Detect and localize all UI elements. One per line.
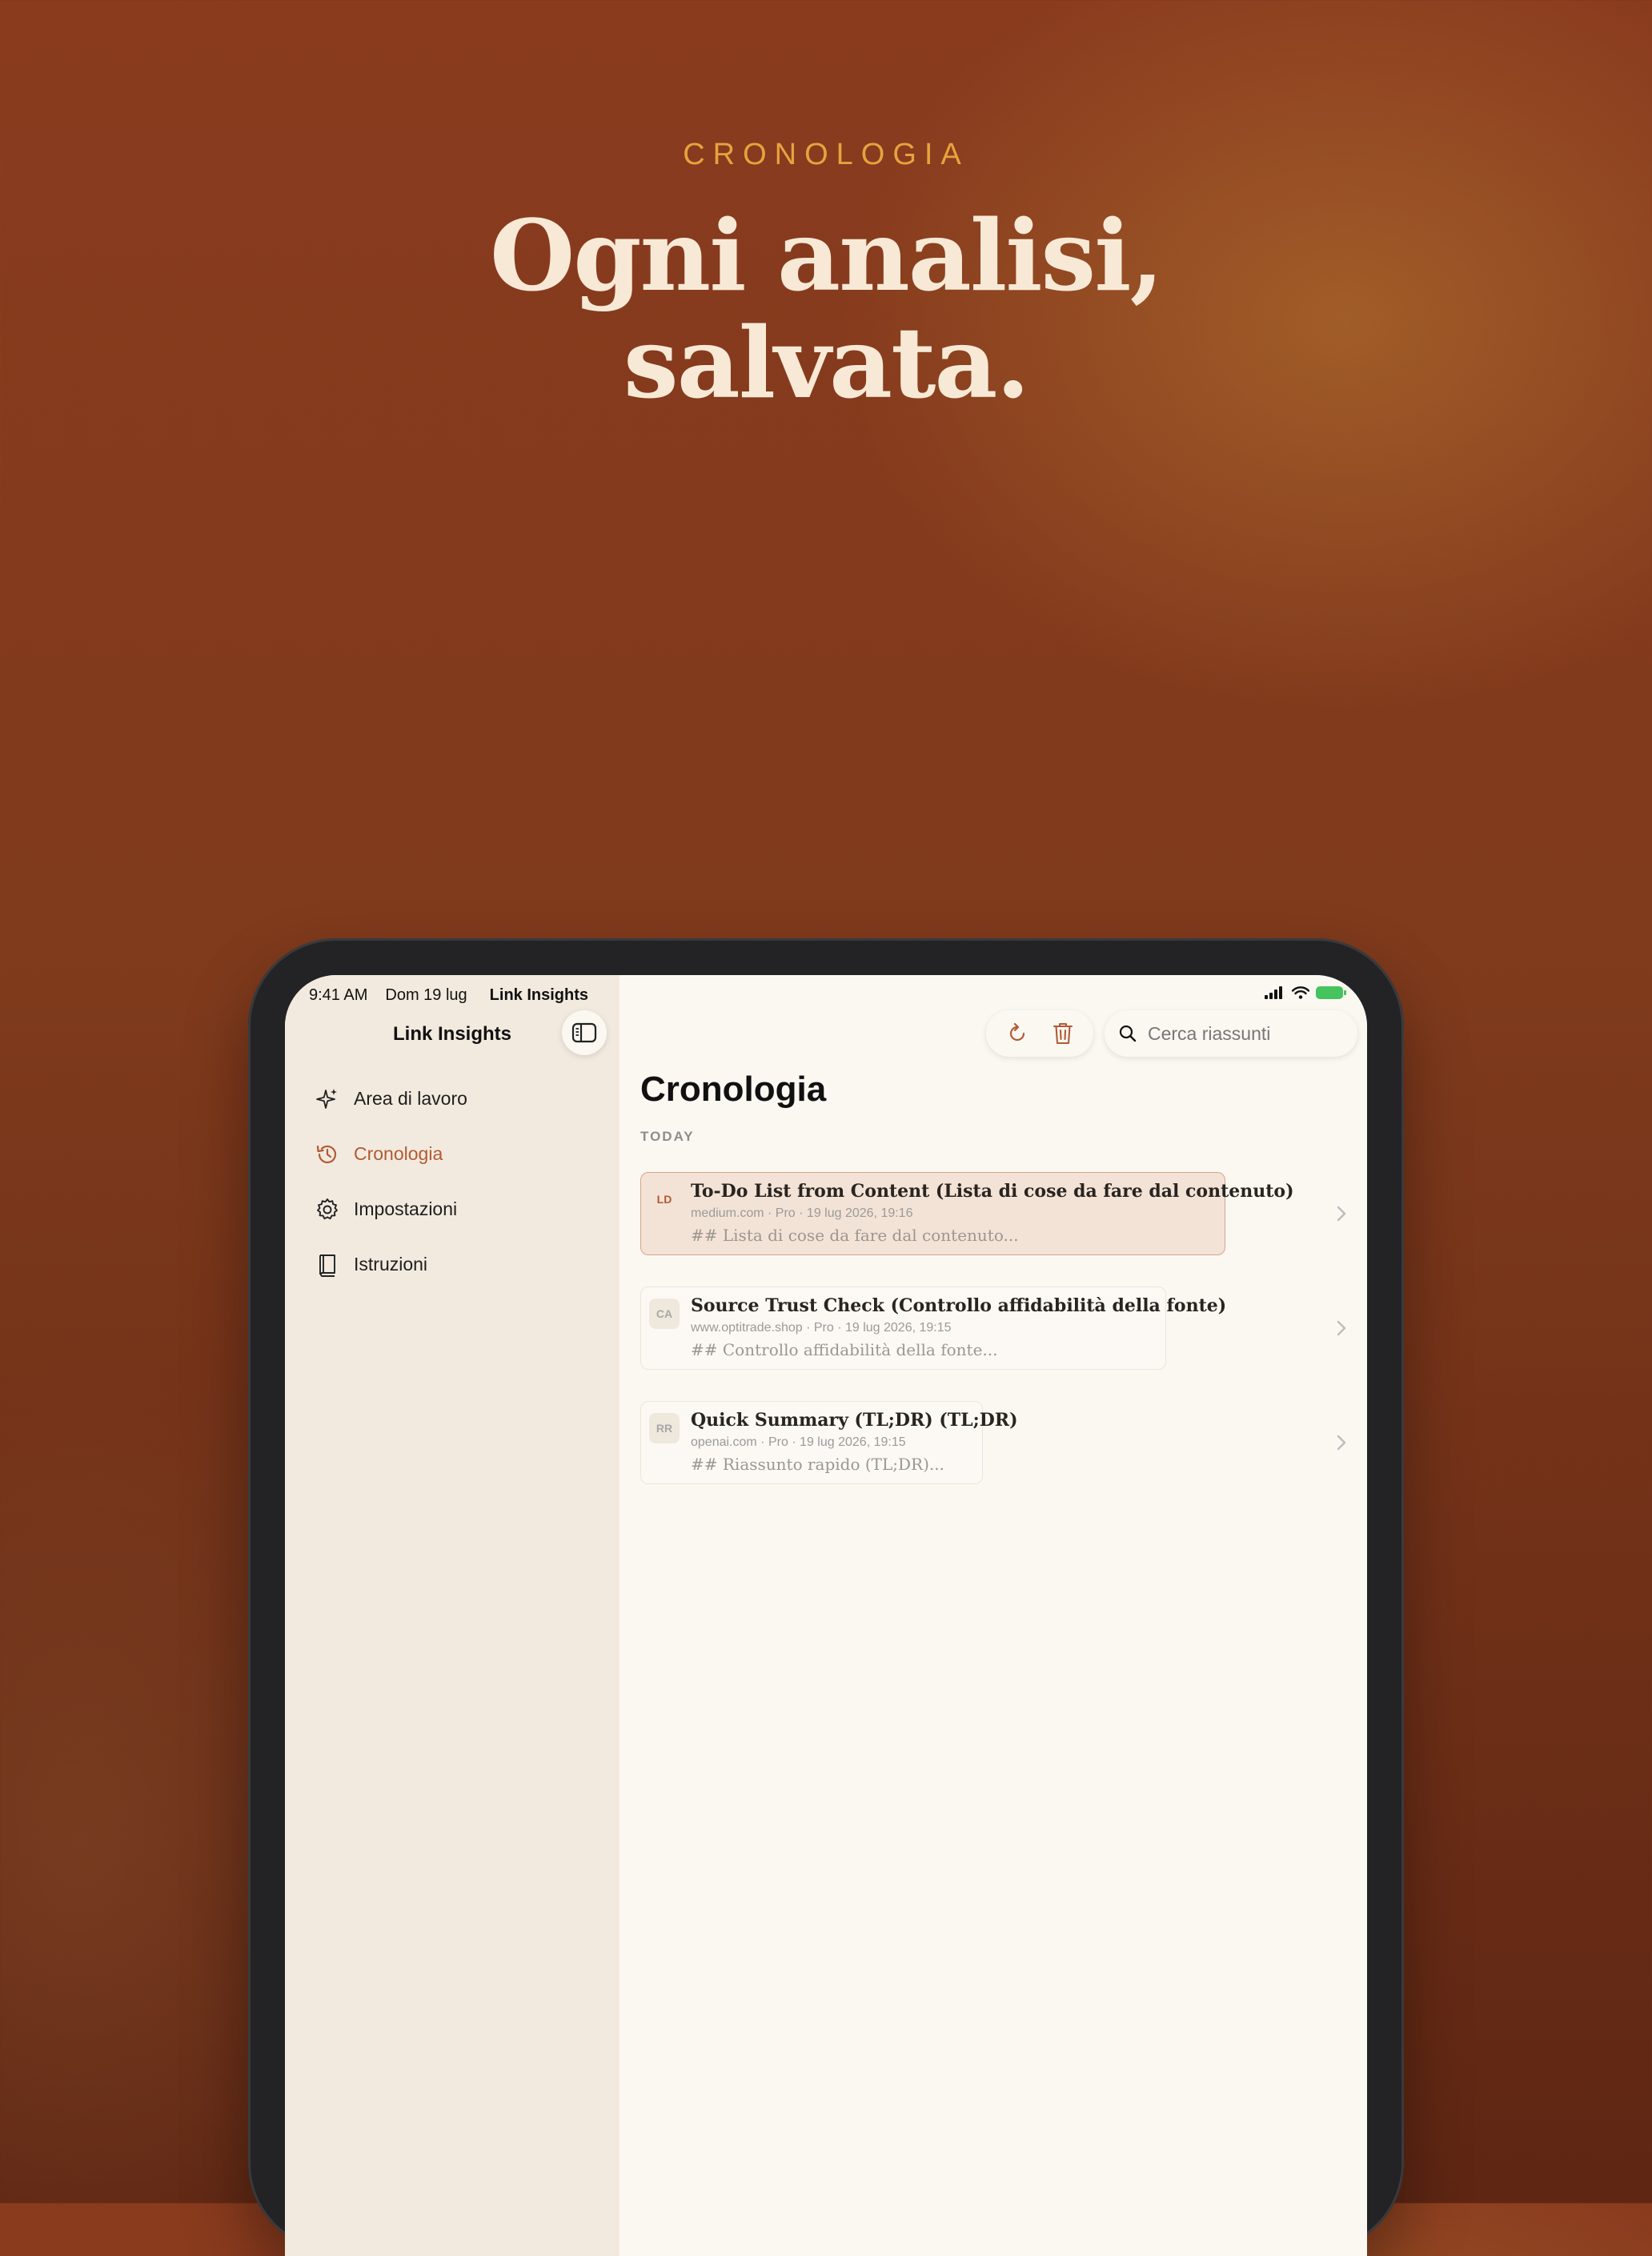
ipad-screen: 9:41 AM Dom 19 lug Link Insights Link In… bbox=[285, 975, 1367, 2256]
item-preview: ## Controllo affidabilità della fonte... bbox=[691, 1340, 998, 1359]
item-badge: CA bbox=[649, 1299, 680, 1329]
sidebar-item-impostazioni[interactable]: Impostazioni bbox=[314, 1182, 602, 1237]
item-meta: medium.com · Pro · 19 lug 2026, 19:16 bbox=[691, 1206, 913, 1220]
wifi-icon bbox=[1292, 986, 1309, 999]
sidebar-toggle-button[interactable] bbox=[562, 1010, 607, 1055]
ipad-device-frame: 9:41 AM Dom 19 lug Link Insights Link In… bbox=[248, 938, 1404, 2256]
history-icon bbox=[314, 1141, 341, 1168]
status-date: Dom 19 lug bbox=[385, 986, 467, 1004]
item-meta: openai.com · Pro · 19 lug 2026, 19:15 bbox=[691, 1435, 906, 1449]
status-bar-left: 9:41 AM Dom 19 lug Link Insights bbox=[309, 986, 588, 1005]
main-content: Cronologia TODAY LD To-Do List from Cont… bbox=[620, 975, 1367, 2256]
sidebar-item-label: Area di lavoro bbox=[354, 1088, 467, 1109]
item-preview: ## Riassunto rapido (TL;DR)... bbox=[691, 1455, 944, 1474]
hero-eyebrow: CRONOLOGIA bbox=[683, 138, 969, 171]
history-item[interactable]: CA Source Trust Check (Controllo affidab… bbox=[640, 1287, 1227, 1370]
status-app-name: Link Insights bbox=[489, 986, 589, 1004]
section-label-today: TODAY bbox=[640, 1129, 695, 1144]
sidebar: 9:41 AM Dom 19 lug Link Insights Link In… bbox=[285, 975, 620, 2256]
item-badge: RR bbox=[649, 1413, 680, 1443]
sidebar-item-cronologia[interactable]: Cronologia bbox=[314, 1126, 602, 1182]
search-icon bbox=[1119, 1025, 1137, 1042]
history-item[interactable]: RR Quick Summary (TL;DR) (TL;DR) openai.… bbox=[640, 1401, 1018, 1484]
search-input[interactable] bbox=[1146, 1022, 1341, 1046]
chevron-right-icon[interactable] bbox=[1333, 1204, 1349, 1223]
chevron-right-icon[interactable] bbox=[1333, 1433, 1349, 1452]
sidebar-item-istruzioni[interactable]: Istruzioni bbox=[314, 1237, 602, 1292]
chevron-right-icon[interactable] bbox=[1333, 1319, 1349, 1338]
history-item[interactable]: LD To-Do List from Content (Lista di cos… bbox=[640, 1172, 1294, 1255]
sidebar-toggle-icon bbox=[571, 1022, 597, 1043]
sidebar-item-label: Impostazioni bbox=[354, 1198, 458, 1219]
item-preview: ## Lista di cose da fare dal contenuto..… bbox=[691, 1226, 1019, 1245]
item-title: To-Do List from Content (Lista di cose d… bbox=[691, 1181, 1294, 1202]
gear-icon bbox=[314, 1196, 341, 1223]
sidebar-nav: Area di lavoro Cronologia Impostazioni I… bbox=[314, 1071, 602, 1292]
item-title: Source Trust Check (Controllo affidabili… bbox=[691, 1295, 1227, 1316]
book-icon bbox=[314, 1251, 341, 1279]
refresh-icon[interactable] bbox=[1005, 1022, 1029, 1046]
status-bar-right bbox=[1265, 986, 1346, 999]
battery-icon bbox=[1316, 986, 1346, 999]
search-field[interactable] bbox=[1105, 1010, 1357, 1057]
sparkles-icon bbox=[314, 1086, 341, 1113]
hero-headline-line1: Ogni analisi, bbox=[489, 198, 1164, 313]
sidebar-item-label: Istruzioni bbox=[354, 1254, 428, 1275]
item-meta: www.optitrade.shop · Pro · 19 lug 2026, … bbox=[691, 1321, 952, 1335]
trash-icon[interactable] bbox=[1052, 1021, 1074, 1046]
hero-headline-line2: salvata. bbox=[624, 305, 1030, 420]
sidebar-item-label: Cronologia bbox=[354, 1143, 443, 1164]
hero-headline: Ogni analisi, salvata. bbox=[0, 202, 1652, 416]
page-title: Cronologia bbox=[640, 1070, 827, 1109]
toolbar-actions bbox=[986, 1010, 1093, 1057]
status-time: 9:41 AM bbox=[309, 986, 368, 1004]
sidebar-item-area-di-lavoro[interactable]: Area di lavoro bbox=[314, 1071, 602, 1126]
item-title: Quick Summary (TL;DR) (TL;DR) bbox=[691, 1410, 1018, 1431]
item-badge: LD bbox=[656, 1193, 672, 1206]
signal-icon bbox=[1265, 986, 1282, 999]
